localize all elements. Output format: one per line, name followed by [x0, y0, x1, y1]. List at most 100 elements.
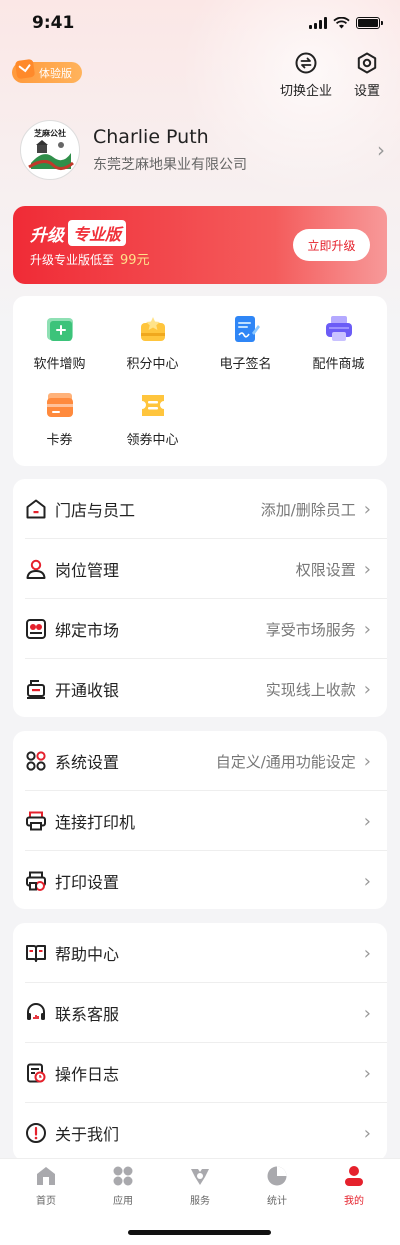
- chevron-right-icon: ›: [363, 870, 371, 892]
- chevron-right-icon: ›: [363, 810, 371, 832]
- grid-item-coupon[interactable]: 卡券: [13, 389, 106, 448]
- tab-label: 首页: [36, 1196, 56, 1207]
- grid-item-label: 积分中心: [126, 357, 179, 372]
- store-icon: [25, 498, 47, 520]
- menu-item-bind-market[interactable]: 绑定市场 享受市场服务 ›: [25, 599, 387, 659]
- menu-item-print-settings[interactable]: 打印设置 ›: [25, 851, 387, 911]
- menu-item-open-cashier[interactable]: 开通收银 实现线上收款 ›: [25, 659, 387, 719]
- switch-company-label: 切换企业: [279, 84, 332, 99]
- menu-item-contact-support[interactable]: 联系客服 ›: [25, 983, 387, 1043]
- accessory-mall-icon: [325, 316, 352, 341]
- menu-item-label: 系统设置: [55, 753, 120, 772]
- printer-icon: [25, 810, 47, 832]
- log-icon: [25, 1062, 47, 1084]
- points-center-icon: [140, 317, 165, 341]
- menu-item-label: 门店与员工: [55, 501, 136, 520]
- tab-label: 我的: [344, 1196, 364, 1207]
- grid-item-label: 软件增购: [33, 357, 86, 372]
- menu-item-store-staff[interactable]: 门店与员工 添加/删除员工 ›: [25, 479, 387, 539]
- grid-item-coupon-center[interactable]: 领券中心: [106, 389, 199, 448]
- trial-badge[interactable]: 体验版: [12, 58, 82, 83]
- grid-item-label: 电子签名: [219, 357, 272, 372]
- tab-stats[interactable]: 统计: [237, 1164, 317, 1207]
- coupon-card-icon: [46, 393, 73, 417]
- cellular-signal-icon: [309, 17, 327, 29]
- chevron-right-icon: ›: [363, 750, 371, 772]
- pro-edition-tag: 专业版: [68, 220, 127, 246]
- chevron-right-icon: ›: [363, 678, 371, 700]
- print-settings-icon: [25, 870, 47, 892]
- grid-item-e-signature[interactable]: 电子签名: [199, 313, 292, 372]
- profile-text: Charlie Puth 东莞芝麻地果业有限公司: [93, 126, 377, 174]
- person-icon: [25, 558, 47, 580]
- wifi-icon: [333, 17, 350, 29]
- menu-item-label: 联系客服: [55, 1005, 120, 1024]
- grid-item-accessory-mall[interactable]: 配件商城: [292, 313, 385, 372]
- profile-header[interactable]: 芝麻公社 Charlie Puth 东莞芝麻地果业有限公司 ›: [20, 120, 385, 180]
- chevron-right-icon: ›: [363, 498, 371, 520]
- tab-apps[interactable]: 应用: [83, 1164, 163, 1207]
- profile-tab-icon: [345, 1166, 363, 1186]
- upgrade-now-button[interactable]: 立即升级: [293, 229, 370, 261]
- home-indicator: [128, 1230, 271, 1235]
- grid-item-points-center[interactable]: 积分中心: [106, 313, 199, 372]
- svg-text:芝麻公社: 芝麻公社: [34, 128, 66, 138]
- battery-icon: [356, 17, 383, 29]
- software-purchase-icon: [46, 318, 73, 341]
- menu-group-help: 帮助中心 › 联系客服 › 操作日志 › 关于我们 ›: [13, 923, 387, 1161]
- tab-label: 应用: [113, 1196, 133, 1207]
- upgrade-prefix: 升级: [30, 225, 64, 246]
- upgrade-banner[interactable]: 升级 专业版 升级专业版低至 99元 立即升级: [13, 206, 387, 284]
- menu-item-label: 开通收银: [55, 681, 120, 700]
- menu-item-label: 关于我们: [55, 1125, 120, 1144]
- menu-item-hint: 添加/删除员工: [260, 500, 356, 519]
- switch-company-button[interactable]: 切换企业: [280, 52, 332, 99]
- chevron-right-icon: ›: [363, 1122, 371, 1144]
- menu-item-about-us[interactable]: 关于我们 ›: [25, 1103, 387, 1163]
- tab-service[interactable]: 服务: [160, 1164, 240, 1207]
- menu-group-system: 系统设置 自定义/通用功能设定 › 连接打印机 › 打印设置 ›: [13, 731, 387, 909]
- menu-item-operation-log[interactable]: 操作日志 ›: [25, 1043, 387, 1103]
- upgrade-subtitle-text: 升级专业版低至: [30, 253, 115, 267]
- profile-company: 东莞芝麻地果业有限公司: [93, 157, 247, 173]
- menu-item-connect-printer[interactable]: 连接打印机 ›: [25, 791, 387, 851]
- cashier-icon: [25, 678, 47, 700]
- menu-item-hint: 享受市场服务: [265, 620, 356, 639]
- menu-item-position-management[interactable]: 岗位管理 权限设置 ›: [25, 539, 387, 599]
- grid-item-label: 领券中心: [126, 433, 179, 448]
- stats-tab-icon: [267, 1166, 287, 1186]
- menu-item-help-center[interactable]: 帮助中心 ›: [25, 923, 387, 983]
- menu-item-label: 打印设置: [55, 873, 120, 892]
- menu-item-label: 帮助中心: [55, 945, 120, 964]
- company-logo-avatar: 芝麻公社: [20, 120, 80, 180]
- e-signature-icon: [234, 316, 260, 342]
- chevron-right-icon: ›: [363, 1002, 371, 1024]
- menu-item-hint: 权限设置: [295, 560, 356, 579]
- headset-icon: [25, 1002, 47, 1024]
- coupon-center-icon: [141, 395, 164, 416]
- system-settings-icon: [25, 750, 47, 772]
- menu-item-label: 操作日志: [55, 1065, 120, 1084]
- chevron-right-icon: ›: [363, 558, 371, 580]
- home-tab-icon: [37, 1167, 55, 1185]
- upgrade-subtitle: 升级专业版低至 99元: [30, 249, 150, 268]
- tab-home[interactable]: 首页: [6, 1164, 86, 1207]
- gear-icon: [357, 52, 377, 74]
- chevron-right-icon: ›: [377, 138, 385, 162]
- tab-label: 统计: [267, 1196, 287, 1207]
- upgrade-title: 升级 专业版: [30, 220, 127, 246]
- service-tab-icon: [191, 1169, 209, 1185]
- menu-group-store: 门店与员工 添加/删除员工 › 岗位管理 权限设置 › 绑定市场 享受市场服务 …: [13, 479, 387, 717]
- settings-button[interactable]: 设置: [354, 52, 380, 99]
- upgrade-price: 99元: [120, 253, 150, 268]
- tab-profile[interactable]: 我的: [314, 1164, 394, 1207]
- crown-icon: [14, 58, 36, 79]
- menu-item-system-settings[interactable]: 系统设置 自定义/通用功能设定 ›: [25, 731, 387, 791]
- grid-item-label: 卡券: [46, 433, 73, 448]
- status-time: 9:41: [32, 13, 75, 33]
- menu-item-hint: 自定义/通用功能设定: [215, 752, 356, 771]
- chevron-right-icon: ›: [363, 942, 371, 964]
- help-book-icon: [25, 942, 47, 964]
- grid-item-software-purchase[interactable]: 软件增购: [13, 313, 106, 372]
- grid-item-label: 配件商城: [312, 357, 365, 372]
